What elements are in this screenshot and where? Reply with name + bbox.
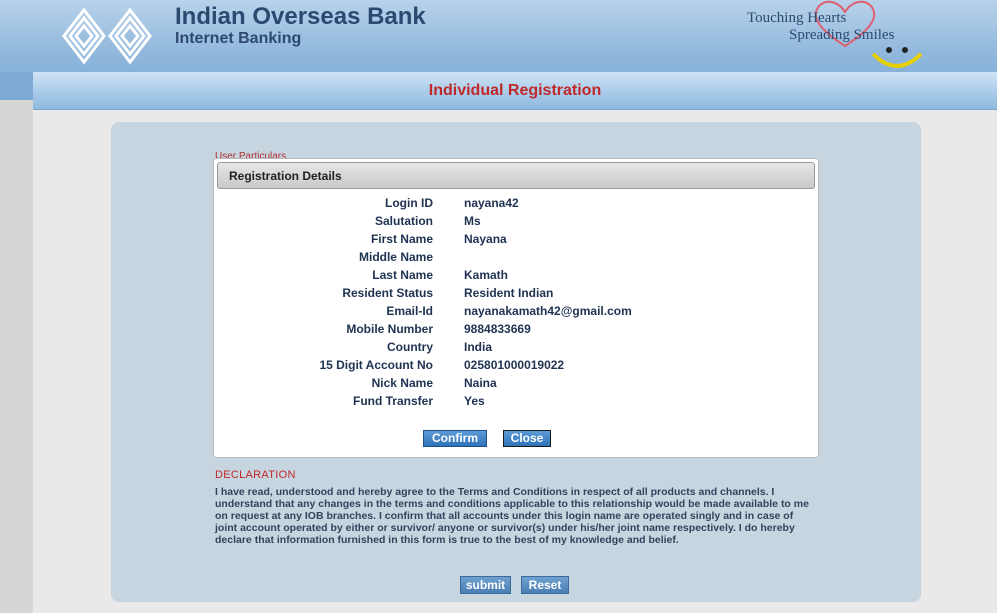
detail-value: Yes bbox=[464, 394, 485, 408]
left-gutter bbox=[0, 72, 33, 613]
detail-value: Kamath bbox=[464, 268, 509, 282]
detail-row-nick-name: Nick Name Naina bbox=[214, 376, 818, 394]
detail-value: Nayana bbox=[464, 232, 507, 246]
detail-value: Ms bbox=[464, 214, 481, 228]
detail-row-last-name: Last Name Kamath bbox=[214, 268, 818, 286]
modal-header: Registration Details bbox=[217, 162, 815, 189]
detail-row-account-no: 15 Digit Account No 025801000019022 bbox=[214, 358, 818, 376]
smiley-icon bbox=[871, 47, 923, 68]
detail-value: Resident Indian bbox=[464, 286, 554, 300]
bank-subtitle: Internet Banking bbox=[175, 30, 302, 47]
detail-row-country: Country India bbox=[214, 340, 818, 358]
detail-label: Login ID bbox=[385, 196, 433, 210]
iob-logo-icon bbox=[62, 7, 152, 65]
declaration-text: I have read, understood and hereby agree… bbox=[215, 486, 809, 546]
left-gutter-top bbox=[0, 72, 33, 100]
modal-title: Registration Details bbox=[229, 169, 342, 183]
detail-label: Country bbox=[387, 340, 433, 354]
title-bar: Individual Registration bbox=[33, 72, 997, 110]
reset-button[interactable]: Reset bbox=[521, 576, 569, 594]
detail-label: Last Name bbox=[372, 268, 433, 282]
detail-label: Salutation bbox=[374, 214, 433, 228]
detail-label: Fund Transfer bbox=[352, 394, 433, 408]
detail-value: India bbox=[464, 340, 493, 354]
page-title: Individual Registration bbox=[428, 82, 602, 99]
confirm-button[interactable]: Confirm bbox=[423, 430, 487, 447]
close-button[interactable]: Close bbox=[503, 430, 551, 447]
detail-row-resident-status: Resident Status Resident Indian bbox=[214, 286, 818, 304]
detail-value: Naina bbox=[464, 376, 497, 390]
detail-label: Middle Name bbox=[358, 250, 433, 264]
tagline-line-1: Touching Hearts bbox=[747, 10, 847, 26]
detail-label: Nick Name bbox=[371, 376, 433, 390]
detail-label: 15 Digit Account No bbox=[319, 358, 433, 372]
detail-label: Resident Status bbox=[342, 286, 433, 300]
detail-row-fund-transfer: Fund Transfer Yes bbox=[214, 394, 818, 412]
detail-label: First Name bbox=[370, 232, 433, 246]
detail-label: Email-Id bbox=[386, 304, 433, 318]
detail-value: 025801000019022 bbox=[464, 358, 565, 372]
declaration-title: DECLARATION bbox=[215, 469, 296, 481]
submit-button[interactable]: submit bbox=[460, 576, 511, 594]
detail-row-salutation: Salutation Ms bbox=[214, 214, 818, 232]
registration-details-modal: Registration Details Login ID nayana42 S… bbox=[213, 158, 819, 458]
detail-value: nayana42 bbox=[464, 196, 519, 210]
detail-row-middle-name: Middle Name bbox=[214, 250, 818, 268]
detail-value: 9884833669 bbox=[464, 322, 531, 336]
tagline-line-2: Spreading Smiles bbox=[789, 27, 895, 43]
detail-row-email: Email-Id nayanakamath42@gmail.com bbox=[214, 304, 818, 322]
detail-row-first-name: First Name Nayana bbox=[214, 232, 818, 250]
bank-name: Indian Overseas Bank bbox=[175, 3, 426, 30]
detail-label: Mobile Number bbox=[346, 322, 433, 336]
detail-row-login-id: Login ID nayana42 bbox=[214, 196, 818, 214]
tagline: Touching Hearts Spreading Smiles bbox=[745, 0, 945, 76]
detail-value: nayanakamath42@gmail.com bbox=[464, 304, 632, 318]
detail-row-mobile: Mobile Number 9884833669 bbox=[214, 322, 818, 340]
